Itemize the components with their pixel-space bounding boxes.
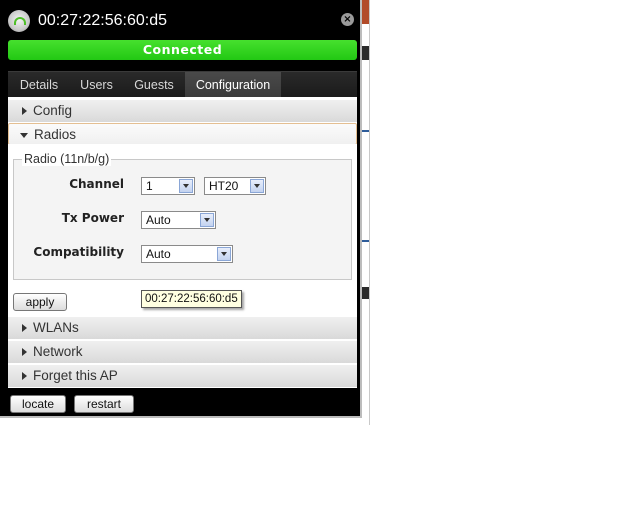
collapse-arrow-icon	[20, 133, 28, 138]
channel-value: 1	[146, 179, 153, 193]
channel-width-select[interactable]: HT20	[204, 177, 266, 195]
apply-button[interactable]: apply	[13, 293, 67, 311]
compatibility-label: Compatibility	[33, 245, 124, 259]
section-wlans-label: WLANs	[33, 320, 79, 335]
chevron-down-icon	[179, 179, 193, 193]
section-radios-label: Radios	[34, 127, 77, 142]
configuration-content: Config Radios Radio (11n/b/g) Channel 1 …	[8, 97, 357, 388]
section-config[interactable]: Config	[8, 100, 357, 122]
section-wlans[interactable]: WLANs	[8, 317, 357, 339]
panel-title: 00:27:22:56:60:d5	[38, 12, 168, 29]
tx-power-value: Auto	[146, 213, 171, 227]
close-icon[interactable]: ×	[341, 13, 354, 26]
tx-power-select[interactable]: Auto	[141, 211, 216, 229]
mac-address-tooltip: 00:27:22:56:60:d5	[141, 290, 242, 308]
background-line	[362, 130, 369, 132]
background-line	[362, 240, 369, 242]
connection-status-bar: Connected	[8, 40, 357, 60]
section-radios[interactable]: Radios	[8, 123, 357, 145]
section-network-label: Network	[33, 344, 83, 359]
chevron-down-icon	[217, 247, 231, 261]
tab-guests[interactable]: Guests	[123, 72, 185, 98]
ap-details-panel: 00:27:22:56:60:d5 × Connected Details Us…	[0, 0, 362, 418]
tab-bar: Details Users Guests Configuration	[8, 71, 357, 98]
channel-width-value: HT20	[209, 179, 239, 193]
expand-arrow-icon	[22, 324, 27, 332]
radio-legend: Radio (11n/b/g)	[22, 152, 112, 166]
expand-arrow-icon	[22, 348, 27, 356]
chevron-down-icon	[250, 179, 264, 193]
panel-title-bar[interactable]: 00:27:22:56:60:d5 ×	[0, 0, 360, 42]
section-network[interactable]: Network	[8, 341, 357, 363]
expand-arrow-icon	[22, 107, 27, 115]
access-point-icon	[8, 10, 30, 32]
section-config-label: Config	[33, 103, 73, 118]
tx-power-label: Tx Power	[61, 211, 124, 225]
locate-button[interactable]: locate	[10, 395, 66, 413]
expand-arrow-icon	[22, 372, 27, 380]
restart-button[interactable]: restart	[74, 395, 134, 413]
tab-details[interactable]: Details	[8, 72, 70, 98]
compatibility-select[interactable]: Auto	[141, 245, 233, 263]
channel-label: Channel	[69, 177, 124, 191]
tab-configuration[interactable]: Configuration	[185, 72, 281, 98]
tab-users[interactable]: Users	[70, 72, 123, 98]
section-forget-ap-label: Forget this AP	[33, 368, 118, 383]
compatibility-value: Auto	[146, 247, 171, 261]
channel-select[interactable]: 1	[141, 177, 195, 195]
chevron-down-icon	[200, 213, 214, 227]
section-forget-ap[interactable]: Forget this AP	[8, 365, 357, 387]
radios-panel: Radio (11n/b/g) Channel 1 HT20 Tx Power …	[8, 144, 357, 284]
